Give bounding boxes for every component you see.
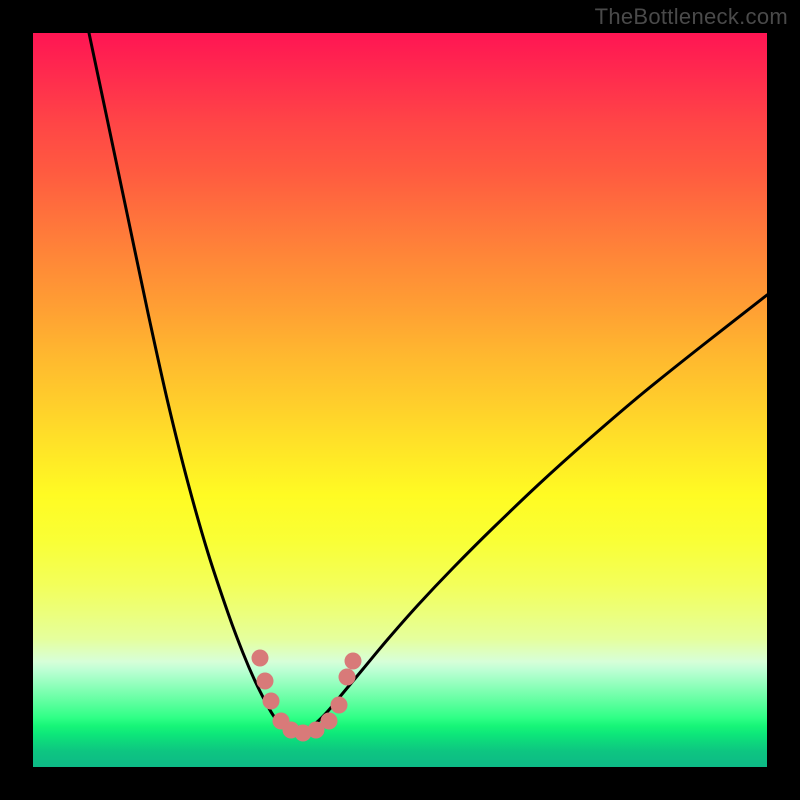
curve-layer [33, 33, 767, 767]
bottleneck-curve [89, 33, 767, 733]
highlight-dot [331, 697, 348, 714]
highlight-dot [252, 650, 269, 667]
highlight-dot [263, 693, 280, 710]
highlight-dot [321, 713, 338, 730]
highlight-dot [345, 653, 362, 670]
chart-frame: TheBottleneck.com [0, 0, 800, 800]
plot-area [33, 33, 767, 767]
watermark-text: TheBottleneck.com [595, 4, 788, 30]
highlight-dot [257, 673, 274, 690]
highlight-dot [339, 669, 356, 686]
highlight-dots [252, 650, 362, 742]
